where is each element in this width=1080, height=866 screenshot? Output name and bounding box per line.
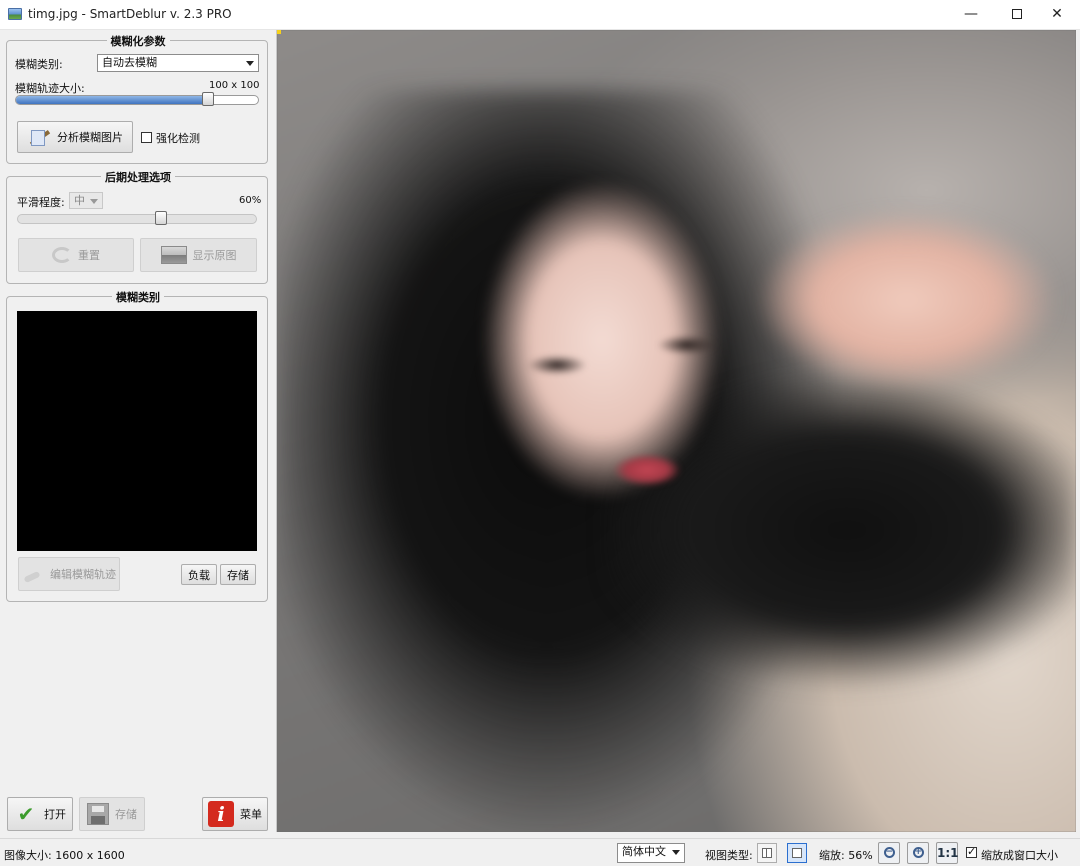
show-original-button[interactable]: 显示原图 — [140, 238, 257, 272]
smooth-percent: 60% — [239, 195, 262, 206]
chevron-down-icon — [246, 61, 254, 66]
enhance-checkbox[interactable] — [141, 132, 152, 143]
single-view-button[interactable] — [787, 843, 807, 863]
save-image-button[interactable]: 存储 — [79, 797, 145, 831]
minimize-button[interactable]: — — [948, 0, 994, 30]
smooth-slider-handle[interactable] — [155, 211, 167, 225]
zoom-in-icon: + — [912, 847, 924, 858]
analyze-button[interactable]: 分析模糊图片 — [17, 121, 133, 153]
save-kernel-button[interactable]: 存储 — [220, 564, 256, 585]
edit-trail-label: 编辑模糊轨迹 — [50, 568, 116, 581]
floppy-disk-icon — [87, 803, 109, 825]
single-view-icon — [792, 848, 802, 858]
title-bar: timg.jpg - SmartDeblur v. 2.3 PRO — ✕ — [0, 0, 1080, 30]
split-view-button[interactable] — [757, 843, 777, 863]
app-image-icon — [8, 8, 22, 20]
status-bar: 图像大小: 1600 x 1600 简体中文 视图类型: 缩放: 56% − +… — [0, 838, 1080, 866]
magic-wand-icon — [27, 126, 51, 148]
language-select[interactable]: 简体中文 — [617, 843, 685, 863]
show-original-label: 显示原图 — [192, 249, 237, 262]
photo-icon — [160, 246, 187, 264]
trail-slider-fill — [16, 96, 208, 104]
reset-label: 重置 — [78, 249, 100, 262]
smooth-value: 中 — [74, 194, 85, 207]
blur-params-panel: 模糊化参数 模糊类别: 自动去模糊 模糊轨迹大小: 100 x 100 分析模糊… — [6, 35, 268, 164]
blur-type-value: 自动去模糊 — [102, 56, 157, 69]
reset-button[interactable]: 重置 — [18, 238, 134, 272]
analyze-label: 分析模糊图片 — [57, 131, 123, 144]
info-icon: i — [208, 801, 234, 827]
chevron-down-icon — [672, 850, 680, 855]
corner-marker — [277, 30, 281, 34]
actual-size-button[interactable]: 1:1 — [936, 842, 959, 864]
kernel-preview — [17, 311, 257, 551]
zoom-level-text: 缩放: 56% — [819, 849, 873, 862]
edit-trail-button[interactable]: 编辑模糊轨迹 — [18, 557, 120, 591]
blur-kernel-panel: 模糊类别 编辑模糊轨迹 负载 存储 — [6, 291, 268, 602]
smooth-slider[interactable] — [17, 214, 257, 224]
blur-params-title: 模糊化参数 — [106, 35, 170, 48]
smooth-select[interactable]: 中 — [69, 192, 103, 209]
checkmark-icon: ✔ — [17, 802, 35, 826]
close-button[interactable]: ✕ — [1034, 0, 1080, 30]
open-button[interactable]: ✔ 打开 — [7, 797, 73, 831]
split-view-icon — [762, 848, 772, 858]
trail-size-value: 100 x 100 — [209, 80, 260, 91]
trail-size-label: 模糊轨迹大小: — [15, 82, 85, 95]
fit-window-label: 缩放成窗口大小 — [981, 849, 1058, 862]
blur-type-label: 模糊类别: — [15, 58, 63, 71]
fit-window-checkbox[interactable] — [966, 845, 977, 858]
trail-slider-handle[interactable] — [201, 92, 214, 106]
open-label: 打开 — [44, 808, 66, 821]
chevron-down-icon — [90, 199, 98, 204]
post-processing-panel: 后期处理选项 平滑程度: 中 60% 重置 显示原图 — [6, 171, 268, 284]
menu-button[interactable]: i 菜单 — [202, 797, 268, 831]
window-title: timg.jpg - SmartDeblur v. 2.3 PRO — [28, 7, 232, 21]
zoom-in-button[interactable]: + — [907, 842, 929, 864]
zoom-out-button[interactable]: − — [878, 842, 900, 864]
blur-type-select[interactable]: 自动去模糊 — [97, 54, 259, 72]
language-value: 简体中文 — [622, 845, 666, 858]
zoom-out-icon: − — [883, 847, 895, 858]
save-image-label: 存储 — [115, 808, 137, 821]
smooth-label: 平滑程度: — [17, 196, 65, 209]
enhance-label: 强化检测 — [156, 132, 200, 145]
blur-kernel-title: 模糊类别 — [112, 291, 164, 304]
save-kernel-label: 存储 — [227, 568, 249, 582]
image-canvas[interactable] — [276, 30, 1076, 832]
edit-brush-icon — [22, 566, 44, 582]
maximize-icon — [1012, 9, 1022, 19]
load-kernel-button[interactable]: 负载 — [181, 564, 217, 585]
load-kernel-label: 负载 — [188, 568, 210, 582]
post-processing-title: 后期处理选项 — [101, 171, 175, 184]
image-size-text: 图像大小: 1600 x 1600 — [4, 849, 125, 862]
trail-size-slider[interactable] — [15, 95, 259, 105]
undo-icon — [52, 247, 72, 263]
view-type-label: 视图类型: — [705, 849, 753, 862]
menu-label: 菜单 — [240, 808, 262, 821]
